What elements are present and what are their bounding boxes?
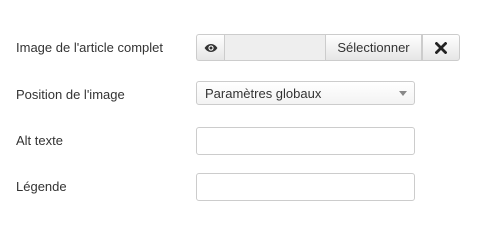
full-image-label: Image de l'article complet <box>16 40 163 55</box>
caret-down-icon <box>392 90 414 96</box>
select-image-button[interactable]: Sélectionner <box>326 34 422 61</box>
clear-image-button[interactable] <box>422 34 460 61</box>
image-position-selected-value: Paramètres globaux <box>205 85 322 101</box>
caption-row: Légende <box>0 172 500 202</box>
close-icon <box>435 41 447 54</box>
full-image-row: Image de l'article complet Sélectionner <box>0 33 500 63</box>
alt-text-label: Alt texte <box>16 133 63 148</box>
alt-text-row: Alt texte <box>0 126 500 156</box>
caption-label: Légende <box>16 179 67 194</box>
image-path-input[interactable] <box>224 34 326 61</box>
image-position-label: Position de l'image <box>16 87 125 102</box>
eye-icon <box>204 43 217 52</box>
preview-button[interactable] <box>196 34 224 61</box>
alt-text-input[interactable] <box>196 127 415 155</box>
image-position-row: Position de l'image Paramètres globaux <box>0 80 500 110</box>
image-position-select[interactable]: Paramètres globaux <box>196 81 415 105</box>
caption-input[interactable] <box>196 173 415 201</box>
media-field: Sélectionner <box>196 34 460 61</box>
